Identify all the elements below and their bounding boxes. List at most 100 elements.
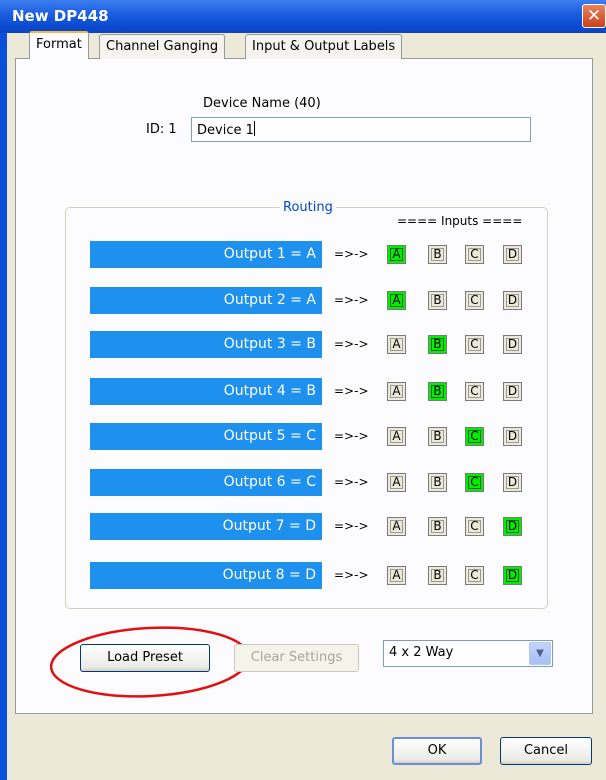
input-select-d-button[interactable]: D [503, 473, 522, 492]
input-select-label: C [470, 568, 479, 582]
input-select-c-button[interactable]: C [465, 473, 484, 492]
preset-select[interactable]: 4 x 2 Way ▼ [383, 640, 553, 667]
input-select-a-button[interactable]: A [387, 245, 406, 264]
input-select-label: C [470, 429, 479, 443]
device-id-label: ID: 1 [146, 122, 177, 137]
input-select-c-button[interactable]: C [465, 335, 484, 354]
input-select-b-button[interactable]: B [428, 291, 447, 310]
input-select-label: A [392, 519, 401, 533]
tab-input-output-labels[interactable]: Input & Output Labels [245, 34, 403, 59]
input-select-c-button[interactable]: C [465, 245, 484, 264]
input-select-a-button[interactable]: A [387, 335, 406, 354]
title-bar[interactable]: New DP448 ✕ [0, 0, 606, 33]
output-label-bar: Output 6 = C [90, 469, 322, 496]
input-select-label: B [433, 519, 442, 533]
input-select-c-button[interactable]: C [465, 566, 484, 585]
tab-format[interactable]: Format [29, 31, 89, 59]
input-select-d-button[interactable]: D [503, 566, 522, 585]
input-select-b-button[interactable]: B [428, 382, 447, 401]
preset-select-value: 4 x 2 Way [389, 645, 454, 660]
input-select-label: A [392, 475, 401, 489]
input-select-c-button[interactable]: C [465, 427, 484, 446]
inputs-header: ==== Inputs ==== [397, 214, 523, 228]
window-title: New DP448 [12, 7, 109, 25]
close-icon[interactable]: ✕ [582, 4, 606, 28]
input-select-a-button[interactable]: A [387, 291, 406, 310]
routing-arrow: =>-> [334, 568, 369, 582]
input-select-c-button[interactable]: C [465, 517, 484, 536]
device-name-input[interactable]: Device 1 [191, 117, 531, 142]
input-select-c-button[interactable]: C [465, 291, 484, 310]
input-select-b-button[interactable]: B [428, 473, 447, 492]
input-select-label: A [392, 429, 401, 443]
input-select-a-button[interactable]: A [387, 473, 406, 492]
device-name-value: Device 1 [197, 123, 254, 138]
load-preset-button[interactable]: Load Preset [80, 644, 210, 672]
routing-title: Routing [280, 200, 336, 215]
input-select-d-button[interactable]: D [503, 517, 522, 536]
input-select-label: D [507, 247, 518, 261]
input-select-label: D [507, 519, 518, 533]
input-select-c-button[interactable]: C [465, 382, 484, 401]
input-select-b-button[interactable]: B [428, 335, 447, 354]
input-select-d-button[interactable]: D [503, 335, 522, 354]
input-select-label: A [392, 384, 401, 398]
input-select-label: D [507, 429, 518, 443]
input-select-d-button[interactable]: D [503, 382, 522, 401]
output-label-bar: Output 3 = B [90, 331, 322, 358]
routing-arrow: =>-> [334, 384, 369, 398]
input-select-label: B [433, 384, 442, 398]
routing-arrow: =>-> [334, 247, 369, 261]
input-select-label: B [433, 475, 442, 489]
input-select-label: C [470, 384, 479, 398]
device-name-label: Device Name (40) [203, 96, 321, 111]
window-frame-left [0, 33, 7, 780]
input-select-a-button[interactable]: A [387, 382, 406, 401]
input-select-label: D [507, 475, 518, 489]
input-select-d-button[interactable]: D [503, 245, 522, 264]
input-select-label: B [433, 293, 442, 307]
input-select-a-button[interactable]: A [387, 566, 406, 585]
input-select-d-button[interactable]: D [503, 291, 522, 310]
ok-button[interactable]: OK [392, 737, 482, 765]
input-select-label: B [433, 247, 442, 261]
cancel-button[interactable]: Cancel [500, 737, 592, 765]
input-select-d-button[interactable]: D [503, 427, 522, 446]
output-label-bar: Output 4 = B [90, 378, 322, 405]
output-label-bar: Output 7 = D [90, 513, 322, 540]
input-select-b-button[interactable]: B [428, 427, 447, 446]
output-label-bar: Output 8 = D [90, 562, 322, 589]
input-select-label: A [392, 568, 401, 582]
output-label-bar: Output 5 = C [90, 423, 322, 450]
input-select-label: C [470, 293, 479, 307]
input-select-label: D [507, 568, 518, 582]
input-select-label: C [470, 475, 479, 489]
input-select-label: A [392, 337, 401, 351]
input-select-label: B [433, 568, 442, 582]
dialog-window: New DP448 ✕ Format Channel Ganging Input… [0, 0, 606, 780]
input-select-label: B [433, 337, 442, 351]
input-select-b-button[interactable]: B [428, 566, 447, 585]
input-select-label: C [470, 247, 479, 261]
input-select-label: D [507, 293, 518, 307]
input-select-b-button[interactable]: B [428, 245, 447, 264]
input-select-label: A [392, 247, 401, 261]
input-select-label: A [392, 293, 401, 307]
input-select-label: C [470, 519, 479, 533]
input-select-label: D [507, 384, 518, 398]
input-select-a-button[interactable]: A [387, 517, 406, 536]
routing-arrow: =>-> [334, 293, 369, 307]
routing-arrow: =>-> [334, 475, 369, 489]
input-select-b-button[interactable]: B [428, 517, 447, 536]
chevron-down-icon[interactable]: ▼ [529, 642, 551, 665]
routing-arrow: =>-> [334, 519, 369, 533]
routing-arrow: =>-> [334, 429, 369, 443]
output-label-bar: Output 1 = A [90, 241, 322, 268]
output-label-bar: Output 2 = A [90, 287, 322, 314]
input-select-label: B [433, 429, 442, 443]
clear-settings-button[interactable]: Clear Settings [234, 644, 359, 672]
routing-arrow: =>-> [334, 337, 369, 351]
tab-channel-ganging[interactable]: Channel Ganging [99, 34, 226, 59]
input-select-label: C [470, 337, 479, 351]
input-select-a-button[interactable]: A [387, 427, 406, 446]
